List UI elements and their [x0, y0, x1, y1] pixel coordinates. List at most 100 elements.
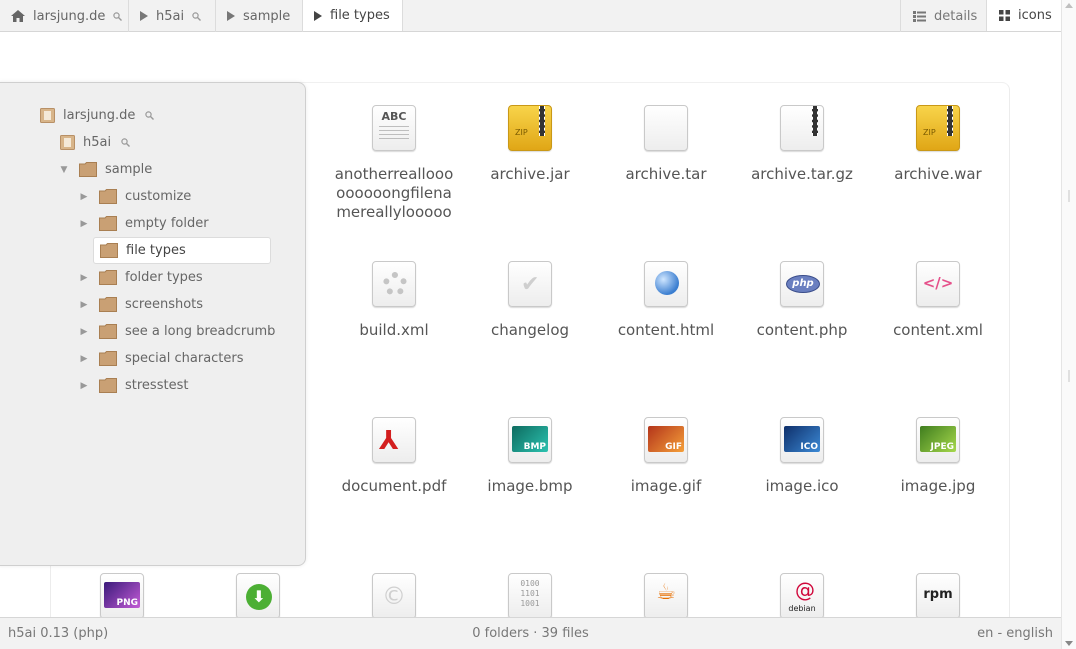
folder-icon: [60, 135, 75, 150]
file-item[interactable]: ⅄ document.pdf: [326, 395, 462, 545]
image-jpeg-icon: JPEG: [915, 417, 961, 465]
file-item[interactable]: ☕: [598, 551, 734, 621]
archive-icon: ZIP: [915, 105, 961, 153]
tree-item-label: file types: [126, 243, 186, 258]
home-icon: [11, 10, 25, 22]
breadcrumb-current[interactable]: file types: [303, 0, 403, 31]
java-icon: ☕: [643, 573, 689, 621]
checkmark-file-icon: ✔: [507, 261, 553, 309]
debian-package-icon: @ debian: [779, 573, 825, 621]
chevron-right-icon[interactable]: ▶: [79, 381, 89, 391]
grid-icon: [999, 10, 1010, 21]
tar-icon: [643, 105, 689, 153]
file-item[interactable]: BMP image.bmp: [462, 395, 598, 545]
file-item[interactable]: ZIP archive.jar: [462, 83, 598, 233]
file-name: archive.tar: [625, 165, 707, 183]
folder-icon: [99, 270, 117, 285]
thumb-label: ZIP: [515, 128, 528, 137]
folder-icon: [99, 324, 117, 339]
file-item[interactable]: JPEG image.jpg: [870, 395, 1006, 545]
scroll-up-arrow-icon[interactable]: [1065, 3, 1073, 8]
download-icon: ⬇: [235, 573, 281, 621]
tree-item-long-breadcrumb[interactable]: ▶ see a long breadcrumb: [79, 319, 275, 344]
chevron-right-icon[interactable]: ▶: [79, 219, 89, 229]
tree-item-empty-folder[interactable]: ▶ empty folder: [79, 211, 209, 236]
file-item[interactable]: ICO image.ico: [734, 395, 870, 545]
file-item[interactable]: content.html: [598, 239, 734, 389]
file-item[interactable]: @ debian: [734, 551, 870, 621]
file-item[interactable]: ZIP archive.war: [870, 83, 1006, 233]
tree-item-stresstest[interactable]: ▶ stresstest: [79, 373, 188, 398]
vertical-scrollbar[interactable]: [1061, 0, 1076, 649]
tree-item-root[interactable]: larsjung.de: [40, 103, 155, 128]
file-item[interactable]: ©: [326, 551, 462, 621]
file-name: archive.jar: [490, 165, 570, 183]
breadcrumb-h5ai[interactable]: h5ai: [129, 0, 216, 32]
tree-item-label: customize: [125, 189, 192, 204]
tree-item-customize[interactable]: ▶ customize: [79, 184, 191, 209]
image-bmp-icon: BMP: [507, 417, 553, 465]
status-bar: h5ai 0.13 (php) 0 folders · 39 files en …: [0, 617, 1061, 649]
search-icon[interactable]: [113, 11, 123, 21]
file-item[interactable]: 0100 1101 1001: [462, 551, 598, 621]
file-name: build.xml: [359, 321, 429, 339]
file-item[interactable]: ABC anotherreallooooooooongfilenamereall…: [326, 83, 462, 233]
chevron-right-icon[interactable]: ▶: [79, 273, 89, 283]
breadcrumb-sample[interactable]: sample: [216, 0, 303, 32]
chevron-down-icon[interactable]: ▼: [59, 165, 69, 175]
language-selector[interactable]: en - english: [977, 626, 1053, 641]
thumb-label: BMP: [523, 442, 546, 452]
chevron-right-icon: [314, 10, 322, 21]
folder-icon: [99, 378, 117, 393]
image-png-icon: PNG: [99, 573, 145, 621]
thumb-label: php: [786, 275, 820, 293]
search-icon[interactable]: [145, 111, 155, 120]
search-icon[interactable]: [192, 11, 202, 21]
compressed-archive-icon: [779, 105, 825, 153]
breadcrumb-home[interactable]: larsjung.de: [0, 0, 129, 32]
folder-tree: larsjung.de h5ai ▼ sample ▶ customize ▶ …: [0, 82, 306, 566]
thumb-label: GIF: [665, 442, 682, 452]
thumb-label: 0100 1101 1001: [520, 579, 540, 608]
chevron-right-icon[interactable]: ▶: [79, 354, 89, 364]
copyright-icon: ©: [371, 573, 417, 621]
search-icon[interactable]: [121, 138, 131, 147]
details-view-button[interactable]: details: [900, 0, 986, 32]
tree-item-file-types[interactable]: file types: [93, 237, 271, 264]
tree-item-label: sample: [105, 162, 153, 177]
file-name: archive.war: [894, 165, 982, 183]
file-item[interactable]: php content.php: [734, 239, 870, 389]
image-ico-icon: ICO: [779, 417, 825, 465]
file-item[interactable]: GIF image.gif: [598, 395, 734, 545]
tree-item-folder-types[interactable]: ▶ folder types: [79, 265, 203, 290]
thumb-label: PNG: [116, 598, 138, 608]
chevron-right-icon[interactable]: ▶: [79, 192, 89, 202]
tree-item-h5ai[interactable]: h5ai: [60, 130, 131, 155]
file-item[interactable]: build.xml: [326, 239, 462, 389]
breadcrumb-current-label: file types: [330, 8, 390, 23]
file-item[interactable]: ✔ changelog: [462, 239, 598, 389]
file-item[interactable]: rpm: [870, 551, 1006, 621]
chevron-right-icon: [140, 11, 148, 21]
view-switcher: details icons: [900, 0, 1061, 32]
file-item[interactable]: </> content.xml: [870, 239, 1006, 389]
tree-item-label: folder types: [125, 270, 203, 285]
file-name: document.pdf: [341, 477, 447, 495]
html-globe-icon: [643, 261, 689, 309]
thumb-label: ICO: [800, 442, 818, 452]
tree-item-special-characters[interactable]: ▶ special characters: [79, 346, 244, 371]
folder-icon: [79, 162, 97, 177]
archive-icon: ZIP: [507, 105, 553, 153]
icons-view-button[interactable]: icons: [986, 0, 1061, 31]
thumb-label: ABC: [381, 110, 407, 123]
tree-item-sample[interactable]: ▼ sample: [59, 157, 152, 182]
file-item[interactable]: archive.tar: [598, 83, 734, 233]
chevron-right-icon[interactable]: ▶: [79, 327, 89, 337]
image-gif-icon: GIF: [643, 417, 689, 465]
thumb-label: rpm: [923, 587, 953, 602]
scroll-down-arrow-icon[interactable]: [1065, 641, 1073, 646]
code-icon: </>: [915, 261, 961, 309]
tree-item-screenshots[interactable]: ▶ screenshots: [79, 292, 203, 317]
chevron-right-icon[interactable]: ▶: [79, 300, 89, 310]
file-item[interactable]: archive.tar.gz: [734, 83, 870, 233]
